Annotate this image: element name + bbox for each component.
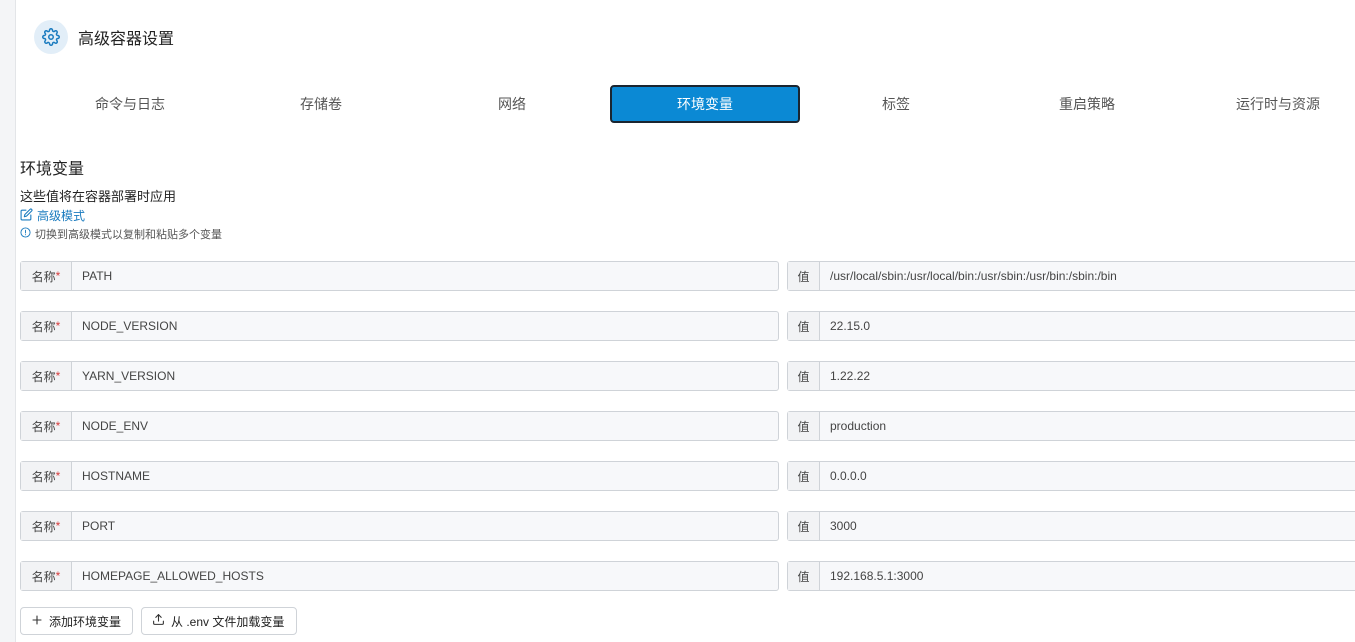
name-label: 名称 [31, 319, 56, 334]
upload-icon [152, 613, 165, 629]
load-env-file-label: 从 .env 文件加载变量 [171, 614, 285, 629]
required-mark: * [55, 319, 61, 333]
name-label: 名称 [31, 569, 56, 584]
name-addon: 名称 * [21, 562, 72, 590]
value-addon: 值 [788, 562, 820, 590]
required-mark: * [55, 419, 61, 433]
tab-restart-policy[interactable]: 重启策略 [992, 85, 1182, 123]
load-env-file-button[interactable]: 从 .env 文件加载变量 [141, 607, 297, 635]
tab-network[interactable]: 网络 [417, 85, 607, 123]
env-row: 名称* 值 [20, 461, 1355, 491]
tab-commands-logs[interactable]: 命令与日志 [35, 85, 225, 123]
required-mark: * [55, 569, 61, 583]
required-mark: * [55, 469, 61, 483]
env-name-group: 名称 * [20, 411, 779, 441]
env-row: 名称* 值 [20, 361, 1355, 391]
env-name-input[interactable] [72, 262, 778, 290]
advanced-mode-label: 高级模式 [37, 209, 86, 223]
env-row: 名称* 值 [20, 261, 1355, 291]
env-value-group: 值 [787, 461, 1355, 491]
name-label: 名称 [31, 269, 56, 284]
env-value-group: 值 [787, 411, 1355, 441]
env-value-input[interactable] [820, 412, 1355, 440]
env-name-group: 名称 * [20, 261, 779, 291]
env-value-input[interactable] [820, 312, 1355, 340]
env-name-group: 名称 * [20, 361, 779, 391]
left-rail [0, 0, 16, 642]
env-row: 名称* 值 [20, 561, 1355, 591]
env-row: 名称* 值 [20, 411, 1355, 441]
panel-header: 高级容器设置 [34, 20, 174, 54]
tab-env-vars[interactable]: 环境变量 [610, 85, 800, 123]
env-value-group: 值 [787, 361, 1355, 391]
info-icon [20, 227, 31, 241]
env-value-input[interactable] [820, 262, 1355, 290]
edit-icon [20, 207, 33, 224]
env-value-group: 值 [787, 311, 1355, 341]
env-value-group: 值 [787, 511, 1355, 541]
required-mark: * [55, 369, 61, 383]
plus-icon [31, 614, 43, 629]
env-value-input[interactable] [820, 362, 1355, 390]
gear-icon [34, 20, 68, 54]
env-value-input[interactable] [820, 562, 1355, 590]
env-name-input[interactable] [72, 462, 778, 490]
name-addon: 名称 * [21, 312, 72, 340]
env-name-group: 名称 * [20, 461, 779, 491]
value-addon: 值 [788, 412, 820, 440]
add-env-var-button[interactable]: 添加环境变量 [20, 607, 133, 635]
required-mark: * [55, 519, 61, 533]
env-name-input[interactable] [72, 362, 778, 390]
env-row: 名称* 值 [20, 511, 1355, 541]
env-name-group: 名称 * [20, 511, 779, 541]
required-mark: * [55, 269, 61, 283]
env-name-input[interactable] [72, 512, 778, 540]
env-value-input[interactable] [820, 512, 1355, 540]
advanced-mode-link[interactable]: 高级模式 [20, 207, 85, 224]
tab-runtime-resources[interactable]: 运行时与资源 [1183, 85, 1355, 123]
tab-volumes[interactable]: 存储卷 [226, 85, 416, 123]
value-addon: 值 [788, 512, 820, 540]
value-addon: 值 [788, 312, 820, 340]
value-addon: 值 [788, 262, 820, 290]
name-label: 名称 [31, 519, 56, 534]
env-name-group: 名称 * [20, 311, 779, 341]
name-addon: 名称 * [21, 262, 72, 290]
section-description: 这些值将在容器部署时应用 [20, 189, 177, 204]
env-value-group: 值 [787, 261, 1355, 291]
section-title: 环境变量 [20, 161, 85, 178]
env-name-input[interactable] [72, 562, 778, 590]
name-addon: 名称 * [21, 512, 72, 540]
name-label: 名称 [31, 469, 56, 484]
value-addon: 值 [788, 362, 820, 390]
hint-text: 切换到高级模式以复制和粘贴多个变量 [35, 229, 222, 241]
name-addon: 名称 * [21, 362, 72, 390]
tab-labels[interactable]: 标签 [801, 85, 991, 123]
env-row: 名称* 值 [20, 311, 1355, 341]
tab-bar: 命令与日志 存储卷 网络 环境变量 标签 重启策略 运行时与资源 [35, 85, 1355, 123]
value-addon: 值 [788, 462, 820, 490]
env-name-input[interactable] [72, 312, 778, 340]
name-addon: 名称 * [21, 462, 72, 490]
name-label: 名称 [31, 419, 56, 434]
env-value-input[interactable] [820, 462, 1355, 490]
name-label: 名称 [31, 369, 56, 384]
env-name-input[interactable] [72, 412, 778, 440]
env-value-group: 值 [787, 561, 1355, 591]
name-addon: 名称 * [21, 412, 72, 440]
add-env-var-label: 添加环境变量 [49, 614, 122, 629]
page-title: 高级容器设置 [78, 31, 175, 48]
env-name-group: 名称 * [20, 561, 779, 591]
advanced-mode-hint: 切换到高级模式以复制和粘贴多个变量 [20, 226, 222, 242]
